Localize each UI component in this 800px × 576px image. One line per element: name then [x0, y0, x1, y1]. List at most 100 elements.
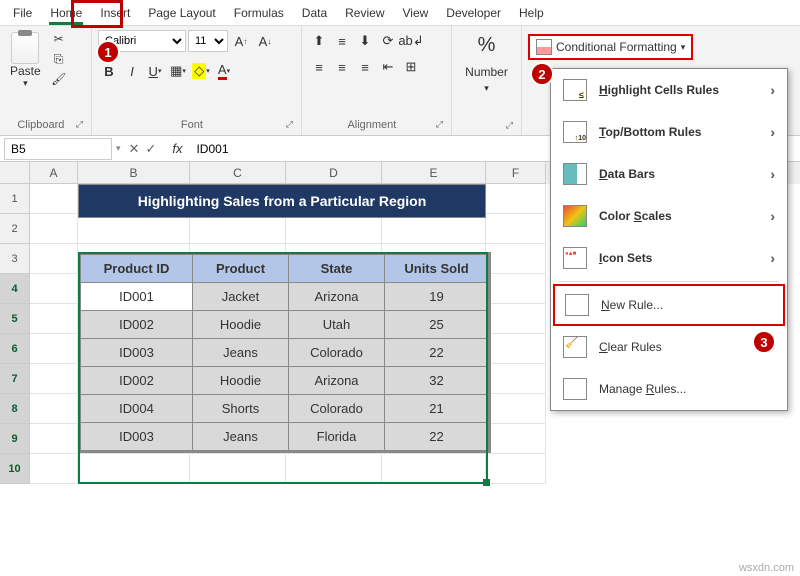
table-cell[interactable]: ID001	[81, 283, 193, 311]
table-cell[interactable]: Shorts	[193, 395, 289, 423]
col-header-C[interactable]: C	[190, 162, 286, 184]
table-cell[interactable]: ID003	[81, 339, 193, 367]
table-cell[interactable]: 25	[385, 311, 489, 339]
cell[interactable]	[30, 184, 78, 214]
enter-formula-button[interactable]: ✓	[145, 141, 156, 157]
dd-clear-rules[interactable]: Clear Rules ›	[551, 326, 787, 368]
col-header-D[interactable]: D	[286, 162, 382, 184]
orientation-button[interactable]: ⟳	[377, 30, 399, 52]
cell[interactable]	[486, 394, 546, 424]
menu-home[interactable]: Home	[41, 2, 91, 24]
table-cell[interactable]: ID004	[81, 395, 193, 423]
fill-color-button[interactable]: ◇▾	[190, 60, 212, 82]
cell[interactable]	[486, 184, 546, 214]
cell[interactable]	[30, 244, 78, 274]
row-header-4[interactable]: 4	[0, 274, 30, 304]
row-header-1[interactable]: 1	[0, 184, 30, 214]
table-cell[interactable]: Jeans	[193, 339, 289, 367]
cell[interactable]	[486, 364, 546, 394]
table-cell[interactable]: Jeans	[193, 423, 289, 451]
cell[interactable]	[486, 214, 546, 244]
dd-icon-sets[interactable]: Icon Sets ›	[551, 237, 787, 279]
cell[interactable]	[30, 394, 78, 424]
paste-button[interactable]: Paste ▾	[6, 30, 45, 91]
cell[interactable]	[30, 454, 78, 484]
col-header-E[interactable]: E	[382, 162, 486, 184]
table-cell[interactable]: Colorado	[289, 339, 385, 367]
align-middle-button[interactable]: ≡	[331, 30, 353, 52]
row-header-3[interactable]: 3	[0, 244, 30, 274]
cut-button[interactable]: ✂	[49, 30, 69, 48]
cell[interactable]	[30, 214, 78, 244]
menu-page-layout[interactable]: Page Layout	[139, 2, 224, 24]
merge-button[interactable]: ⊞	[400, 56, 422, 78]
indent-dec-button[interactable]: ⇤	[377, 56, 399, 78]
cancel-formula-button[interactable]: ✕	[129, 141, 140, 157]
cell[interactable]	[486, 454, 546, 484]
cell[interactable]	[486, 244, 546, 274]
table-cell[interactable]: ID002	[81, 367, 193, 395]
cell[interactable]	[30, 424, 78, 454]
decrease-font-button[interactable]: A↓	[254, 30, 276, 52]
clipboard-launcher[interactable]: ⤢	[76, 119, 83, 130]
table-cell[interactable]: 22	[385, 423, 489, 451]
col-header-A[interactable]: A	[30, 162, 78, 184]
border-button[interactable]: ▦▾	[167, 60, 189, 82]
dd-manage-rules[interactable]: Manage Rules...	[551, 368, 787, 410]
fx-icon[interactable]: fx	[164, 141, 190, 156]
row-header-7[interactable]: 7	[0, 364, 30, 394]
dd-color-scales[interactable]: Color Scales ›	[551, 195, 787, 237]
row-header-2[interactable]: 2	[0, 214, 30, 244]
cell[interactable]	[382, 454, 486, 484]
italic-button[interactable]: I	[121, 60, 143, 82]
table-cell[interactable]: Florida	[289, 423, 385, 451]
table-cell[interactable]: ID003	[81, 423, 193, 451]
cell[interactable]	[30, 364, 78, 394]
cell[interactable]	[486, 334, 546, 364]
cell[interactable]	[190, 454, 286, 484]
table-cell[interactable]: 21	[385, 395, 489, 423]
dd-data-bars[interactable]: Data Bars ›	[551, 153, 787, 195]
alignment-launcher[interactable]: ⤢	[436, 119, 443, 130]
table-cell[interactable]: Utah	[289, 311, 385, 339]
align-right-button[interactable]: ≡	[354, 56, 376, 78]
table-cell[interactable]: Colorado	[289, 395, 385, 423]
col-header-F[interactable]: F	[486, 162, 546, 184]
row-header-5[interactable]: 5	[0, 304, 30, 334]
cell[interactable]	[486, 304, 546, 334]
table-cell[interactable]: ID002	[81, 311, 193, 339]
menu-developer[interactable]: Developer	[437, 2, 510, 24]
font-launcher[interactable]: ⤢	[286, 119, 293, 130]
percent-icon[interactable]: %	[474, 30, 500, 61]
conditional-formatting-button[interactable]: Conditional Formatting ▾	[528, 34, 693, 60]
cell[interactable]	[286, 454, 382, 484]
align-bottom-button[interactable]: ⬇	[354, 30, 376, 52]
menu-data[interactable]: Data	[293, 2, 336, 24]
cell[interactable]	[190, 214, 286, 244]
row-header-9[interactable]: 9	[0, 424, 30, 454]
align-top-button[interactable]: ⬆	[308, 30, 330, 52]
cell[interactable]	[30, 274, 78, 304]
cell[interactable]	[30, 334, 78, 364]
cell[interactable]	[486, 424, 546, 454]
menu-help[interactable]: Help	[510, 2, 553, 24]
table-cell[interactable]: Hoodie	[193, 311, 289, 339]
table-cell[interactable]: Arizona	[289, 283, 385, 311]
menu-formulas[interactable]: Formulas	[225, 2, 293, 24]
table-cell[interactable]: Jacket	[193, 283, 289, 311]
menu-review[interactable]: Review	[336, 2, 393, 24]
row-header-8[interactable]: 8	[0, 394, 30, 424]
table-cell[interactable]: Arizona	[289, 367, 385, 395]
dd-highlight-cells[interactable]: Highlight Cells Rules ›	[551, 69, 787, 111]
number-launcher[interactable]: ⤢	[506, 120, 513, 131]
cell[interactable]	[78, 454, 190, 484]
table-cell[interactable]: 22	[385, 339, 489, 367]
row-header-6[interactable]: 6	[0, 334, 30, 364]
dd-new-rule[interactable]: New Rule...	[553, 284, 785, 326]
dd-top-bottom[interactable]: Top/Bottom Rules ›	[551, 111, 787, 153]
cell[interactable]	[382, 214, 486, 244]
menu-insert[interactable]: Insert	[91, 2, 139, 24]
align-center-button[interactable]: ≡	[331, 56, 353, 78]
underline-button[interactable]: U▾	[144, 60, 166, 82]
cell[interactable]	[486, 274, 546, 304]
